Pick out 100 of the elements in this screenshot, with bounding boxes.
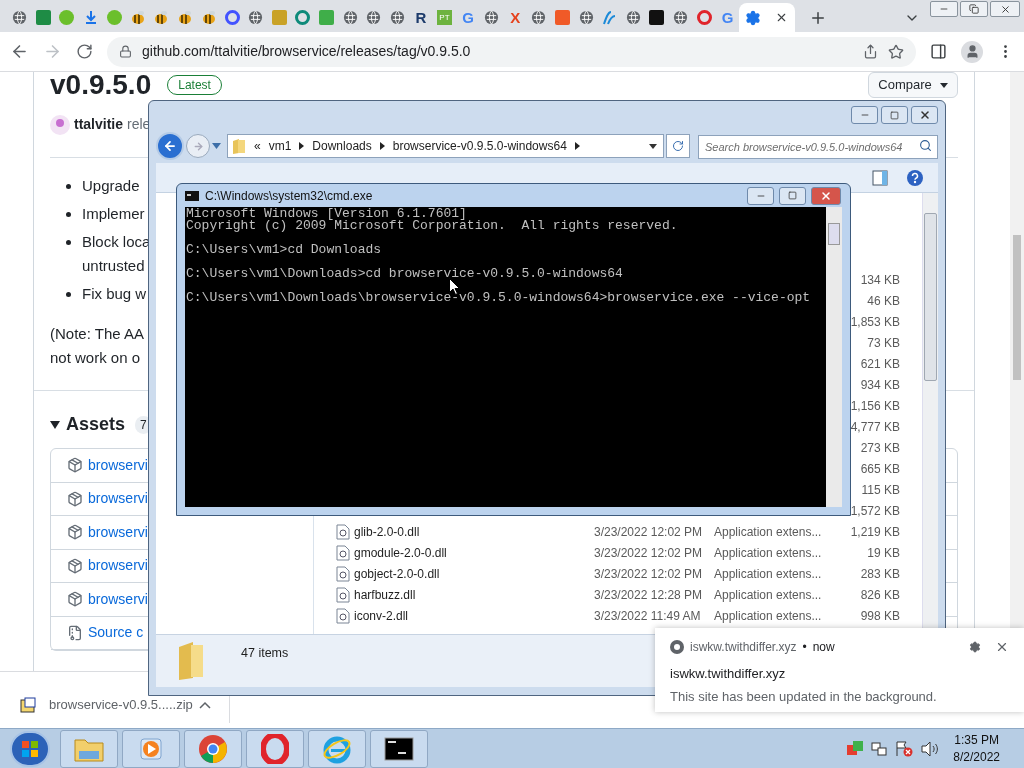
asset-link[interactable]: Source c xyxy=(88,622,144,644)
terminal-icon xyxy=(384,736,414,761)
url-text: github.com/ttalvitie/browservice/releases/tag/v0.9.5.0 xyxy=(142,42,472,61)
volume-icon[interactable] xyxy=(921,740,940,757)
windows-logo-icon xyxy=(21,739,39,758)
compare-button[interactable]: Compare xyxy=(868,72,958,98)
console-line: C:\Users\vm1\Downloads>cd browservice-v0.9.5.0-windows64 xyxy=(186,268,624,280)
close-icon[interactable] xyxy=(995,640,1009,654)
file-name[interactable]: gmodule-2.0-0.dll xyxy=(354,545,447,560)
address-field[interactable]: github.com/ttalvitie/browservice/releases/tag/v0.9.5.0 xyxy=(107,36,916,67)
folder-icon xyxy=(176,641,206,681)
side-panel-icon[interactable] xyxy=(930,43,947,60)
breadcrumb-item[interactable]: vm1 xyxy=(268,137,292,155)
separator-dot: • xyxy=(802,639,807,656)
file-name[interactable]: harfbuzz.dll xyxy=(354,587,416,602)
close-icon xyxy=(999,3,1011,15)
search-field[interactable]: Search browservice-v0.9.5.0-windows64 xyxy=(698,135,938,159)
file-size: 826 KB xyxy=(860,587,900,602)
clock-date: 8/2/2022 xyxy=(953,748,1000,766)
package-icon xyxy=(67,591,83,608)
scrollbar[interactable] xyxy=(826,207,842,507)
chrome-icon xyxy=(670,640,684,654)
back-button[interactable] xyxy=(156,132,184,160)
globe-icon xyxy=(484,10,500,25)
tab[interactable]: R xyxy=(409,3,433,32)
chevron-up-icon[interactable] xyxy=(199,701,211,709)
help-icon[interactable] xyxy=(906,168,924,187)
author-link[interactable]: ttalvitie xyxy=(74,114,123,135)
settings-icon[interactable] xyxy=(969,641,981,653)
colored-squares-icon[interactable] xyxy=(847,740,864,757)
file-type: Application extens... xyxy=(714,566,822,581)
folder-icon xyxy=(232,138,246,154)
bullet-icon xyxy=(66,212,71,217)
console-line: Microsoft Windows [Version 6.1.7601] xyxy=(186,208,467,220)
globe-icon xyxy=(578,10,594,25)
minimize-button[interactable] xyxy=(851,106,878,124)
dll-file-icon xyxy=(336,565,350,582)
close-icon xyxy=(820,189,832,202)
package-icon xyxy=(67,490,83,507)
bullet-icon xyxy=(66,240,71,245)
file-size: 934 KB xyxy=(860,377,900,392)
logo-letter: G xyxy=(462,10,474,25)
collapse-triangle-icon[interactable] xyxy=(50,420,60,429)
asset-link[interactable]: browservi xyxy=(88,521,148,543)
bookmark-star-icon[interactable] xyxy=(888,43,904,60)
file-name[interactable]: gobject-2.0-0.dll xyxy=(354,566,440,581)
download-file-name[interactable]: browservice-v0.9.5.....zip xyxy=(49,695,199,715)
dll-file-icon xyxy=(336,544,350,561)
notification-time: now xyxy=(812,639,835,656)
maximize-button[interactable] xyxy=(779,186,806,205)
logo-letter: X xyxy=(510,10,521,25)
restore-icon xyxy=(969,4,979,14)
asset-link[interactable]: browservi xyxy=(88,588,148,610)
back-icon[interactable] xyxy=(10,42,29,61)
file-size: 621 KB xyxy=(860,356,900,371)
preview-pane-icon[interactable] xyxy=(872,169,888,186)
play-icon xyxy=(138,735,164,762)
breadcrumb-overflow[interactable]: « xyxy=(254,137,261,155)
minimize-button[interactable] xyxy=(930,1,958,17)
file-name[interactable]: iconv-2.dll xyxy=(354,608,409,623)
archive-icon xyxy=(67,624,83,641)
taskbar-button[interactable] xyxy=(370,729,428,768)
share-icon[interactable] xyxy=(863,44,878,59)
bee-icon xyxy=(153,10,170,25)
flag-error-icon[interactable] xyxy=(895,740,914,757)
address-bar[interactable]: « vm1 Downloads browservice-v0.9.5.0-windows64 xyxy=(227,134,664,158)
breadcrumb-arrow-icon[interactable] xyxy=(379,142,385,150)
caret-icon[interactable] xyxy=(212,143,221,149)
file-date: 3/23/2022 12:28 PM xyxy=(594,587,703,602)
start-button[interactable] xyxy=(10,730,50,767)
close-button[interactable] xyxy=(911,106,938,124)
file-type: Application extens... xyxy=(714,545,822,560)
file-type: Application extens... xyxy=(714,608,822,623)
network-icon[interactable] xyxy=(871,740,888,757)
logo-badge: PT xyxy=(437,10,452,25)
refresh-button[interactable] xyxy=(666,134,690,158)
restore-button[interactable] xyxy=(960,1,988,17)
asset-link[interactable]: browservi xyxy=(88,454,148,476)
file-size: 1,572 KB xyxy=(850,503,900,518)
zip-file-icon xyxy=(20,697,36,713)
file-date: 3/23/2022 12:02 PM xyxy=(594,524,703,539)
dropdown-caret-icon[interactable] xyxy=(649,143,657,149)
minimize-button[interactable] xyxy=(747,186,774,205)
breadcrumb-arrow-icon[interactable] xyxy=(574,142,580,150)
breadcrumb-item[interactable]: browservice-v0.9.5.0-windows64 xyxy=(392,137,567,155)
maximize-icon xyxy=(788,191,797,200)
file-size: 19 KB xyxy=(867,545,900,560)
maximize-icon xyxy=(890,110,899,120)
clock-time: 1:35 PM xyxy=(954,731,999,749)
breadcrumb-item[interactable]: Downloads xyxy=(312,137,372,155)
console-line: C:\Users\vm1>cd Downloads xyxy=(186,244,383,256)
breadcrumb-arrow-icon[interactable] xyxy=(299,142,305,150)
asset-link[interactable]: browservi xyxy=(88,488,148,510)
opera-icon xyxy=(261,733,289,764)
file-size: 273 KB xyxy=(860,440,900,455)
file-name[interactable]: glib-2.0-0.dll xyxy=(354,524,420,539)
asset-link[interactable]: browservi xyxy=(88,555,148,577)
profile-avatar[interactable] xyxy=(961,40,983,63)
reload-icon[interactable] xyxy=(76,43,93,60)
avatar-icon xyxy=(50,114,70,135)
